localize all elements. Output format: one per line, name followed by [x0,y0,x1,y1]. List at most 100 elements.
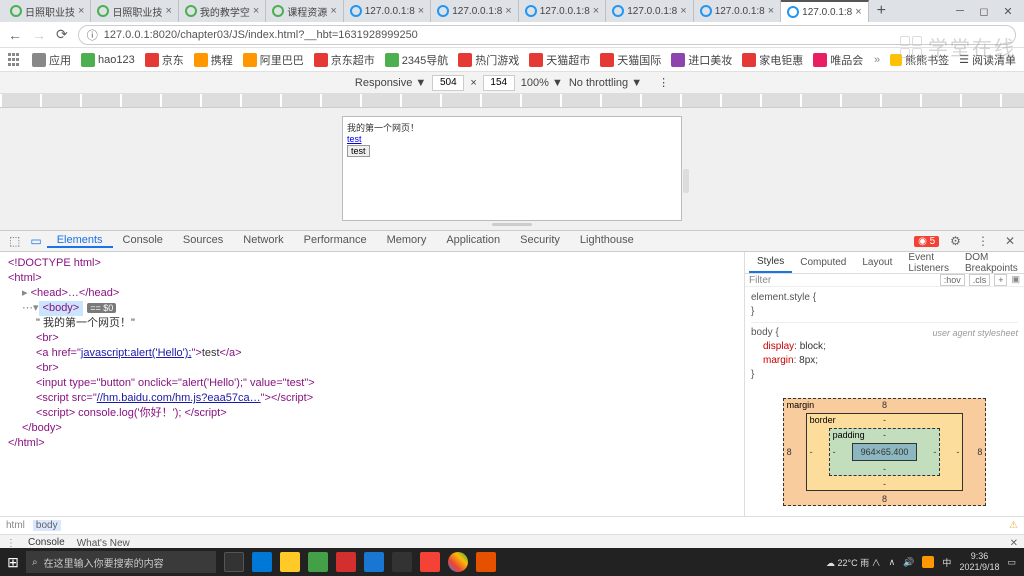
styles-tab[interactable]: DOM Breakpoints [957,252,1024,273]
tab-close-icon[interactable]: × [505,5,511,17]
inspect-icon[interactable]: ⬚ [4,234,25,248]
bookmark-item[interactable]: 应用 [32,52,71,68]
minimize-button[interactable]: ─ [954,5,966,17]
drag-handle[interactable] [492,223,532,226]
devtools-tab[interactable]: Memory [377,234,437,246]
elements-source[interactable]: <!DOCTYPE html> <html> ▸ <head>…</head> … [0,252,744,516]
devtools-tab[interactable]: Network [233,234,293,246]
start-button[interactable]: ⊞ [0,548,26,576]
tab-close-icon[interactable]: × [418,5,424,17]
back-button[interactable]: ← [8,27,22,43]
bookmark-item[interactable]: 京东超市 [314,52,375,68]
bookmark-item[interactable]: 唯品会 [813,52,863,68]
more-icon[interactable]: ⋮ [972,234,994,248]
tray-icon[interactable] [922,556,934,568]
devtools-tab[interactable]: Security [510,234,570,246]
devtools-tab[interactable]: Lighthouse [570,234,644,246]
devtools-tab[interactable]: Console [113,234,173,246]
styles-tab[interactable]: Computed [792,252,854,273]
devtools-tab[interactable]: Performance [294,234,377,246]
bookmark-item[interactable]: 2345导航 [385,52,448,68]
notifications-icon[interactable]: ▭ [1007,557,1016,568]
task-icon[interactable] [280,552,300,572]
error-badge[interactable]: ◉ 5 [914,236,939,247]
tab-close-icon[interactable]: × [593,5,599,17]
maximize-button[interactable]: ◻ [978,5,990,17]
browser-tab[interactable]: 127.0.0.1:8× [431,0,518,22]
breadcrumb-item[interactable]: html [6,520,25,531]
tab-close-icon[interactable]: × [253,5,259,17]
browser-tab[interactable]: 127.0.0.1:8× [519,0,606,22]
browser-tab[interactable]: 127.0.0.1:8× [344,0,431,22]
reload-button[interactable]: ⟳ [56,26,68,43]
page-button[interactable]: test [347,145,370,157]
viewport-width-input[interactable] [432,75,464,91]
device-toggle-icon[interactable]: ▭ [25,234,46,248]
bookmark-item[interactable]: 阿里巴巴 [243,52,304,68]
breadcrumb-item[interactable]: body [33,520,61,531]
task-icon[interactable] [336,552,356,572]
filter-chip[interactable]: :hov [940,274,965,286]
tab-close-icon[interactable]: × [78,5,84,17]
styles-tab[interactable]: Styles [749,252,792,273]
taskbar-search[interactable]: ⌕ 在这里输入你要搜索的内容 [26,551,216,573]
clock[interactable]: 9:362021/9/18 [959,551,999,573]
styles-tab[interactable]: Event Listeners [900,252,957,273]
tab-close-icon[interactable]: × [855,6,861,18]
tray-icon[interactable]: ∧ [889,557,896,568]
apps-icon[interactable] [8,53,22,67]
page-link[interactable]: test [347,134,362,144]
browser-tab[interactable]: 127.0.0.1:8× [781,0,868,22]
bookmark-item[interactable]: 进口美妆 [671,52,732,68]
tab-close-icon[interactable]: × [680,5,686,17]
close-button[interactable]: ✕ [1002,5,1014,17]
filter-chip[interactable]: .cls [969,274,991,286]
new-tab-button[interactable]: + [869,2,894,20]
settings-icon[interactable]: ⚙ [945,234,966,248]
tab-close-icon[interactable]: × [330,5,336,17]
browser-tab[interactable]: 127.0.0.1:8× [694,0,781,22]
browser-tab[interactable]: 日照职业技× [91,0,178,22]
zoom-select[interactable]: 100% ▼ [521,77,563,89]
throttle-select[interactable]: No throttling ▼ [569,77,642,89]
url-input[interactable]: ⓘ 127.0.0.1:8020/chapter03/JS/index.html… [78,25,1016,45]
task-icon[interactable] [224,552,244,572]
task-icon[interactable] [476,552,496,572]
task-icon[interactable] [364,552,384,572]
bookmark-item[interactable]: hao123 [81,52,135,68]
browser-tab[interactable]: 127.0.0.1:8× [606,0,693,22]
bookmark-item[interactable]: 热门游戏 [458,52,519,68]
styles-tab[interactable]: Layout [854,252,900,273]
more-icon[interactable]: ⋮ [658,76,669,89]
tray-icon[interactable]: 🔊 [903,557,914,568]
forward-button[interactable]: → [32,27,46,43]
bookmark-item[interactable]: 携程 [194,52,233,68]
devtools-tab[interactable]: Sources [173,234,233,246]
bookmark-item[interactable]: 家电钜惠 [742,52,803,68]
viewport-height-input[interactable] [483,75,515,91]
task-icon[interactable] [420,552,440,572]
tray-icon[interactable]: 中 [942,556,951,569]
devtools-tab[interactable]: Elements [47,234,113,248]
task-icon[interactable] [252,552,272,572]
task-icon[interactable] [308,552,328,572]
browser-tab[interactable]: 课程资源× [266,0,343,22]
task-icon[interactable] [392,552,412,572]
browser-tab[interactable]: 我的教学空× [179,0,266,22]
task-icon[interactable] [448,552,468,572]
resize-handle[interactable] [683,169,689,193]
warning-icon[interactable]: ⚠ [1009,520,1018,531]
responsive-select[interactable]: Responsive ▼ [355,77,426,89]
filter-chip[interactable]: + [994,274,1007,286]
bookmark-item[interactable]: 京东 [145,52,184,68]
tab-close-icon[interactable]: × [768,5,774,17]
weather[interactable]: ☁ 22°C 雨 ∧ [826,556,881,569]
bookmark-item[interactable]: 天猫超市 [529,52,590,68]
pin-icon[interactable]: ▣ [1011,274,1020,286]
filter-input[interactable]: Filter [749,275,771,286]
close-devtools-icon[interactable]: ✕ [1000,234,1020,248]
bookmark-item[interactable]: 天猫国际 [600,52,661,68]
tab-close-icon[interactable]: × [165,5,171,17]
browser-tab[interactable]: 日照职业技× [4,0,91,22]
devtools-tab[interactable]: Application [436,234,510,246]
